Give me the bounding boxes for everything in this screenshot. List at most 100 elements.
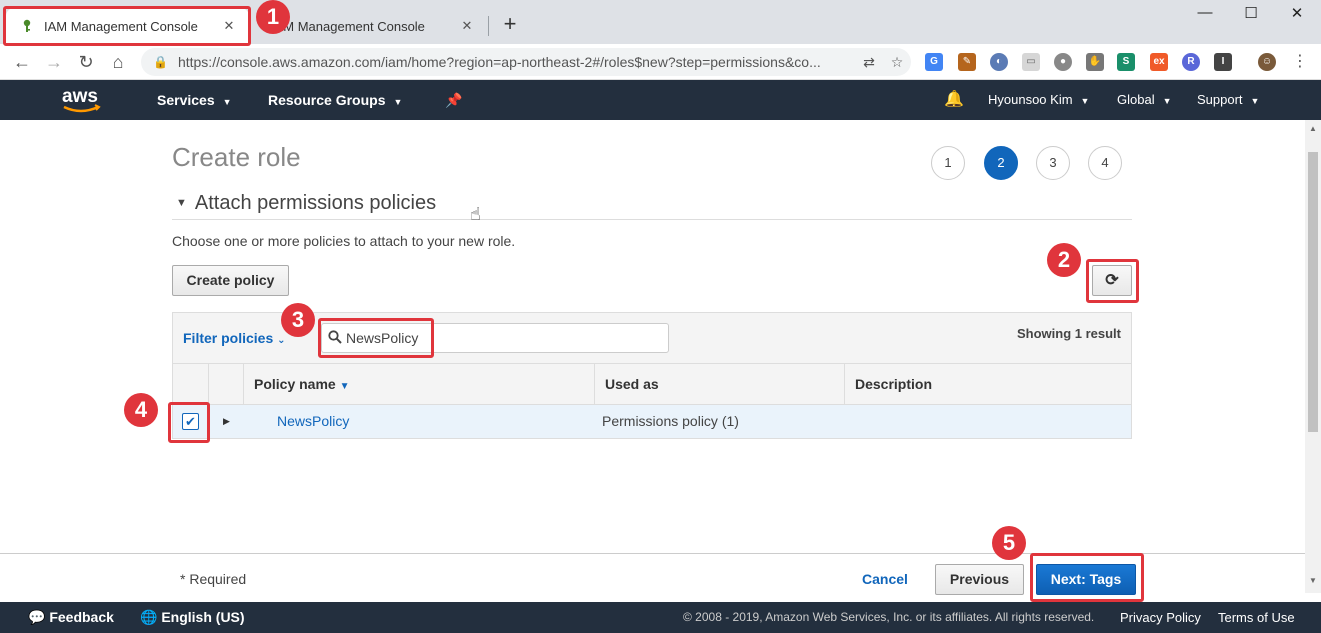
column-header-policy-name[interactable]: Policy name ▼ bbox=[243, 364, 594, 405]
required-note: * Required bbox=[180, 571, 247, 587]
scrollbar-thumb[interactable] bbox=[1308, 152, 1318, 432]
feedback-link[interactable]: 💬 Feedback bbox=[28, 602, 114, 633]
main-content: Create role 1 2 3 4 ▼ Attach permissions … bbox=[0, 120, 1305, 553]
window-close-button[interactable]: ✕ bbox=[1274, 4, 1320, 26]
region-label: Global bbox=[1117, 92, 1155, 107]
extension-icon[interactable]: ▭ bbox=[1022, 53, 1040, 71]
cancel-link[interactable]: Cancel bbox=[862, 571, 908, 587]
wizard-step-3[interactable]: 3 bbox=[1036, 146, 1070, 180]
hand-cursor-icon: ☝ bbox=[470, 204, 481, 224]
column-header-description[interactable]: Description bbox=[844, 364, 1133, 405]
section-header[interactable]: ▼ Attach permissions policies bbox=[172, 192, 1132, 220]
annotation-badge-3: 3 bbox=[281, 303, 315, 337]
language-selector[interactable]: 🌐 English (US) bbox=[140, 602, 245, 633]
address-bar[interactable]: 🔒 https://console.aws.amazon.com/iam/hom… bbox=[141, 48, 911, 76]
profile-avatar[interactable]: ☺ bbox=[1258, 53, 1276, 71]
extension-icon[interactable]: ✎ bbox=[958, 53, 976, 71]
speech-bubble-icon: 💬 bbox=[28, 609, 46, 625]
browser-menu-icon[interactable]: ⋮ bbox=[1288, 50, 1312, 74]
resource-groups-menu[interactable]: Resource Groups ▼ bbox=[268, 80, 402, 120]
used-as-cell: Permissions policy (1) bbox=[602, 413, 739, 429]
close-icon[interactable]: ✕ bbox=[219, 18, 239, 34]
wizard-step-2[interactable]: 2 bbox=[984, 146, 1018, 180]
maximize-button[interactable]: ☐ bbox=[1228, 4, 1274, 26]
back-arrow-icon[interactable]: ← bbox=[10, 50, 34, 74]
chevron-down-icon: ▼ bbox=[1250, 96, 1260, 106]
tab-title: IAM Management Console bbox=[44, 18, 198, 34]
previous-button[interactable]: Previous bbox=[935, 564, 1024, 595]
aws-logo[interactable]: aws bbox=[60, 84, 104, 116]
wizard-step-4[interactable]: 4 bbox=[1088, 146, 1122, 180]
column-header-used-as[interactable]: Used as bbox=[594, 364, 844, 405]
table-row[interactable]: ✔ ▶ NewsPolicy Permissions policy (1) bbox=[172, 405, 1132, 439]
close-icon[interactable]: ✕ bbox=[457, 18, 477, 34]
support-menu[interactable]: Support ▼ bbox=[1197, 80, 1259, 120]
annotation-badge-2: 2 bbox=[1047, 243, 1081, 277]
collapse-triangle-icon: ▼ bbox=[176, 197, 187, 209]
search-box[interactable] bbox=[321, 323, 669, 353]
lock-icon: 🔒 bbox=[153, 55, 168, 69]
wizard-footer: * Required Cancel Previous Next: Tags bbox=[0, 553, 1305, 602]
extension-icon[interactable]: S bbox=[1117, 53, 1135, 71]
copyright-text: © 2008 - 2019, Amazon Web Services, Inc.… bbox=[683, 610, 1095, 624]
sort-descending-icon[interactable]: ▼ bbox=[340, 381, 350, 392]
resource-groups-label: Resource Groups bbox=[268, 92, 386, 108]
table-header: Policy name ▼ Used as Description bbox=[172, 364, 1132, 405]
console-footer: 💬 Feedback 🌐 English (US) © 2008 - 2019,… bbox=[0, 602, 1321, 633]
services-menu[interactable]: Services ▼ bbox=[157, 80, 232, 120]
section-description: Choose one or more policies to attach to… bbox=[172, 233, 516, 249]
pin-icon[interactable]: 📌 bbox=[445, 80, 462, 120]
page-scrollbar[interactable]: ▲ ▼ bbox=[1305, 120, 1321, 593]
chevron-down-icon: ▼ bbox=[1080, 96, 1090, 106]
translate-icon[interactable]: ⇄ bbox=[855, 54, 883, 71]
new-tab-button[interactable]: + bbox=[498, 13, 522, 37]
feedback-label: Feedback bbox=[49, 609, 114, 625]
language-label: English (US) bbox=[161, 609, 245, 625]
chevron-down-icon: ▼ bbox=[393, 97, 403, 107]
user-menu[interactable]: Hyounsoo Kim ▼ bbox=[988, 80, 1089, 120]
filter-label: Filter policies bbox=[183, 330, 274, 346]
policy-name-link[interactable]: NewsPolicy bbox=[277, 405, 349, 438]
svg-text:aws: aws bbox=[62, 86, 98, 107]
browser-tab-strip: IAM Management Console ✕ IAM Management … bbox=[0, 0, 1321, 44]
column-label: Used as bbox=[605, 376, 659, 392]
create-policy-button[interactable]: Create policy bbox=[172, 265, 289, 296]
result-count: Showing 1 result bbox=[1016, 326, 1121, 341]
extension-icon[interactable]: ● bbox=[1054, 53, 1072, 71]
extension-icon[interactable]: R bbox=[1182, 53, 1200, 71]
forward-arrow-icon[interactable]: → bbox=[42, 50, 66, 74]
key-icon bbox=[20, 19, 34, 33]
terms-of-use-link[interactable]: Terms of Use bbox=[1218, 602, 1295, 633]
region-menu[interactable]: Global ▼ bbox=[1117, 80, 1172, 120]
bookmark-star-icon[interactable]: ☆ bbox=[883, 54, 911, 71]
next-tags-button[interactable]: Next: Tags bbox=[1036, 564, 1136, 595]
services-label: Services bbox=[157, 92, 215, 108]
bell-icon[interactable]: 🔔 bbox=[944, 80, 964, 120]
search-input[interactable] bbox=[346, 330, 646, 346]
user-name: Hyounsoo Kim bbox=[988, 92, 1073, 107]
minimize-button[interactable]: — bbox=[1182, 4, 1228, 26]
home-icon[interactable]: ⌂ bbox=[106, 50, 130, 74]
filter-policies-dropdown[interactable]: Filter policies ⌄ bbox=[183, 330, 286, 346]
refresh-icon[interactable]: ⟳ bbox=[1092, 265, 1132, 296]
annotation-badge-1: 1 bbox=[256, 0, 290, 34]
scroll-down-arrow-icon[interactable]: ▼ bbox=[1305, 576, 1321, 585]
tab-title: IAM Management Console bbox=[271, 18, 425, 34]
select-checkbox[interactable]: ✔ bbox=[182, 413, 199, 430]
wizard-step-1[interactable]: 1 bbox=[931, 146, 965, 180]
extension-icon[interactable]: ◐ bbox=[990, 53, 1008, 71]
extension-icon[interactable]: ex bbox=[1150, 53, 1168, 71]
support-label: Support bbox=[1197, 92, 1243, 107]
expand-column-header bbox=[208, 364, 243, 405]
tab-iam-console-active[interactable]: IAM Management Console ✕ bbox=[6, 8, 249, 44]
extension-icon[interactable]: I bbox=[1214, 53, 1232, 71]
browser-toolbar: ← → ↻ ⌂ 🔒 https://console.aws.amazon.com… bbox=[0, 44, 1321, 80]
extension-icon[interactable]: ✋ bbox=[1086, 53, 1104, 71]
policies-table: Policy name ▼ Used as Description ✔ ▶ Ne… bbox=[172, 364, 1132, 439]
privacy-policy-link[interactable]: Privacy Policy bbox=[1120, 602, 1201, 633]
expand-row-icon[interactable]: ▶ bbox=[223, 405, 230, 438]
search-icon bbox=[328, 329, 346, 347]
reload-icon[interactable]: ↻ bbox=[74, 50, 98, 74]
scroll-up-arrow-icon[interactable]: ▲ bbox=[1305, 124, 1321, 133]
google-translate-extension-icon[interactable]: G bbox=[925, 53, 943, 71]
